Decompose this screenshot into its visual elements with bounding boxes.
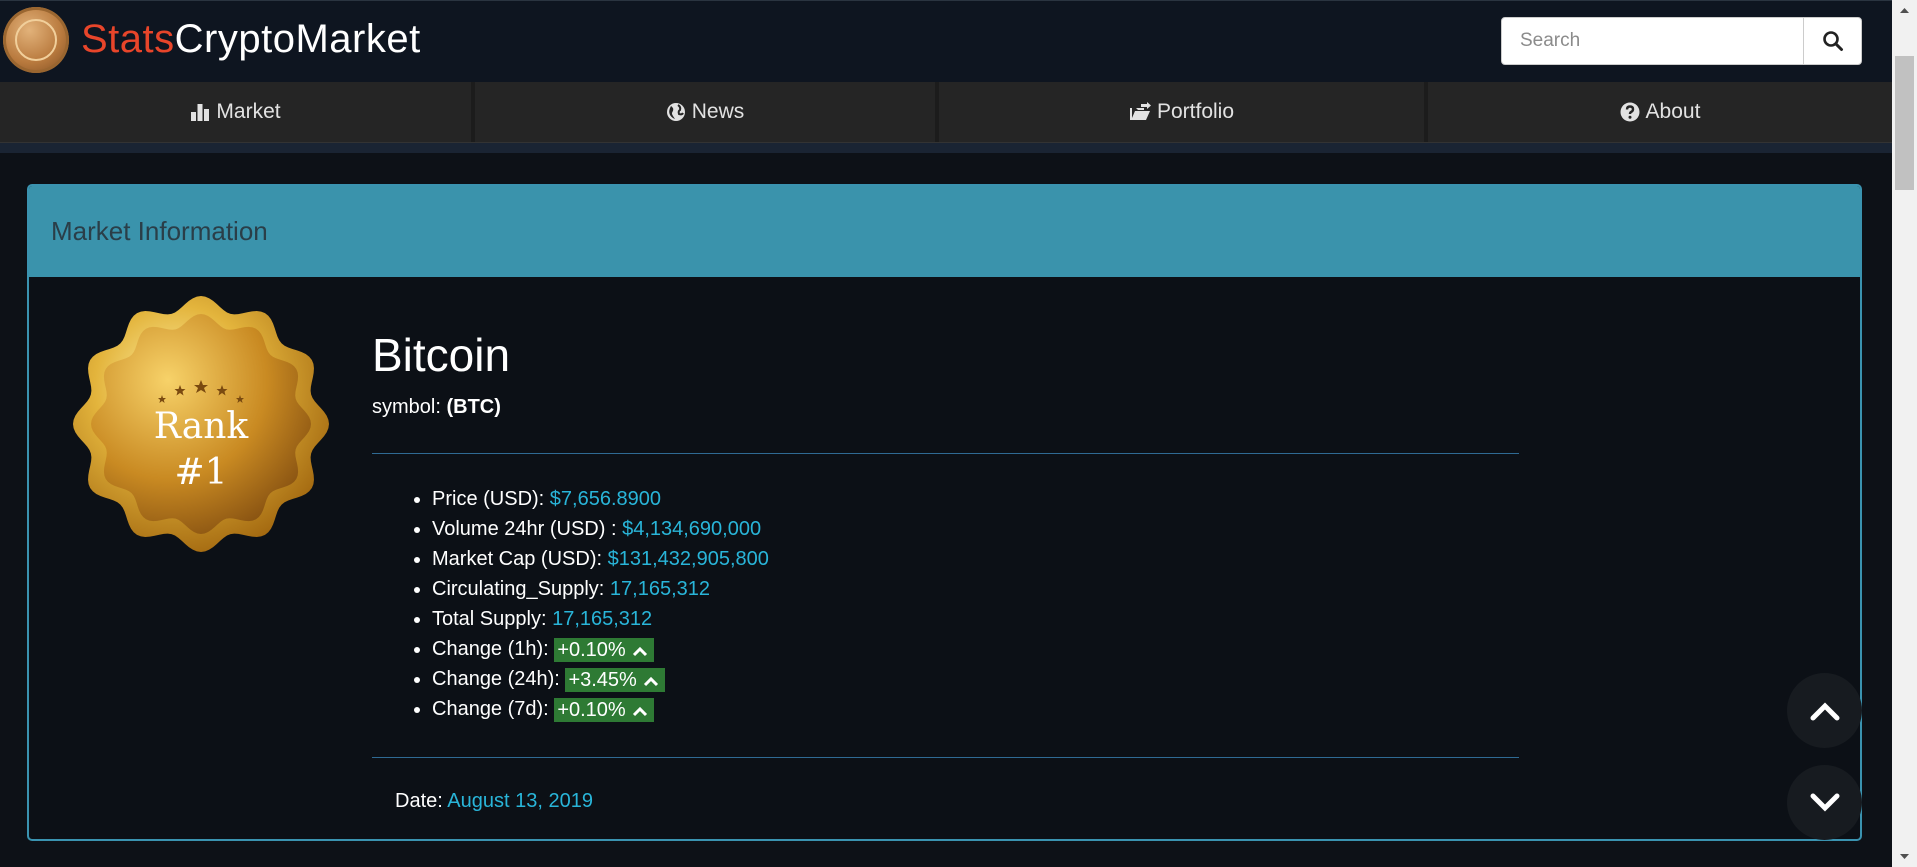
nav-item-market[interactable]: Market [0, 82, 471, 142]
scroll-down-button[interactable] [1787, 765, 1862, 840]
rank-badge-icon: Rank #1 [73, 296, 329, 552]
scrollbar-up-arrow-icon[interactable] [1892, 3, 1917, 17]
stat-label: Change (7d): [432, 698, 549, 720]
site-logo[interactable]: StatsCryptoMarket [81, 17, 421, 62]
panel-header: Market Information [29, 186, 1860, 277]
market-information-panel: Market Information Rank #1 Bitcoin symbo… [27, 184, 1862, 841]
scrollbar-thumb[interactable] [1895, 56, 1914, 190]
symbol-label: symbol: [372, 396, 441, 418]
stat-label: Circulating_Supply: [432, 578, 605, 600]
stat-value: $4,134,690,000 [622, 518, 762, 540]
stat-value: 17,165,312 [609, 578, 710, 600]
coin-name: Bitcoin [372, 329, 511, 381]
badge-rank-number: #1 [174, 452, 227, 493]
stat-volume: Volume 24hr (USD) : $4,134,690,000 [432, 514, 769, 544]
stat-label: Change (24h): [432, 668, 560, 690]
main-nav: Market News Portfolio About [0, 82, 1892, 143]
stat-change-1h: Change (1h): +0.10% [432, 634, 769, 664]
stat-label: Price (USD): [432, 488, 545, 510]
chevron-up-icon [643, 676, 658, 686]
scroll-up-button[interactable] [1787, 673, 1862, 748]
folder-icon [1129, 102, 1151, 120]
date-line: Date: August 13, 2019 [395, 790, 593, 813]
bar-chart-icon [191, 104, 210, 121]
stat-price: Price (USD): $7,656.8900 [432, 484, 769, 514]
divider-top [372, 453, 1519, 454]
stat-market-cap: Market Cap (USD): $131,432,905,800 [432, 544, 769, 574]
stat-label: Change (1h): [432, 638, 549, 660]
stat-value: $7,656.8900 [549, 488, 662, 510]
stat-value: 17,165,312 [552, 608, 653, 630]
stat-change-24h: Change (24h): +3.45% [432, 664, 769, 694]
change-badge: +0.10% [554, 697, 654, 722]
logo-text-stats: Stats [81, 17, 175, 61]
scrollbar-down-arrow-icon[interactable] [1892, 850, 1917, 864]
top-bar: StatsCryptoMarket [0, 0, 1892, 83]
nav-item-portfolio[interactable]: Portfolio [939, 82, 1424, 142]
change-value: +0.10% [557, 698, 626, 721]
change-badge: +0.10% [554, 637, 654, 662]
question-circle-icon [1620, 102, 1640, 122]
nav-label-about: About [1645, 100, 1701, 123]
stat-value: $131,432,905,800 [607, 548, 769, 570]
change-value: +3.45% [568, 668, 637, 691]
badge-rank-text: Rank [154, 406, 250, 447]
globe-icon [666, 103, 685, 121]
stat-total-supply: Total Supply: 17,165,312 [432, 604, 769, 634]
nav-label-market: Market [216, 100, 281, 123]
chevron-up-icon [1810, 701, 1839, 720]
nav-item-about[interactable]: About [1428, 82, 1892, 142]
stat-label: Volume 24hr (USD) : [432, 518, 617, 540]
nav-label-portfolio: Portfolio [1156, 100, 1235, 123]
symbol-line: symbol: (BTC) [372, 396, 501, 419]
change-badge: +3.45% [565, 667, 665, 692]
change-value: +0.10% [557, 638, 626, 661]
nav-item-news[interactable]: News [475, 82, 935, 142]
stat-circulating-supply: Circulating_Supply: 17,165,312 [432, 574, 769, 604]
chevron-up-icon [632, 706, 647, 716]
divider-bottom [372, 757, 1519, 758]
stat-label: Total Supply: [432, 608, 547, 630]
date-label: Date: [395, 790, 443, 812]
panel-title: Market Information [51, 216, 268, 246]
nav-label-news: News [691, 100, 745, 123]
chevron-down-icon [1810, 793, 1839, 812]
search-icon [1822, 31, 1843, 51]
stat-change-7d: Change (7d): +0.10% [432, 694, 769, 724]
header-divider-band [0, 143, 1892, 153]
search-input[interactable] [1501, 17, 1804, 65]
stat-label: Market Cap (USD): [432, 548, 603, 570]
search-button[interactable] [1803, 17, 1862, 65]
logo-text-cryptomarket: CryptoMarket [174, 17, 421, 61]
chevron-up-icon [632, 646, 647, 656]
symbol-value: (BTC) [446, 396, 501, 418]
market-stats-list: Price (USD): $7,656.8900 Volume 24hr (US… [372, 484, 769, 724]
date-value: August 13, 2019 [447, 790, 593, 812]
logo-coin-icon[interactable] [3, 7, 69, 73]
